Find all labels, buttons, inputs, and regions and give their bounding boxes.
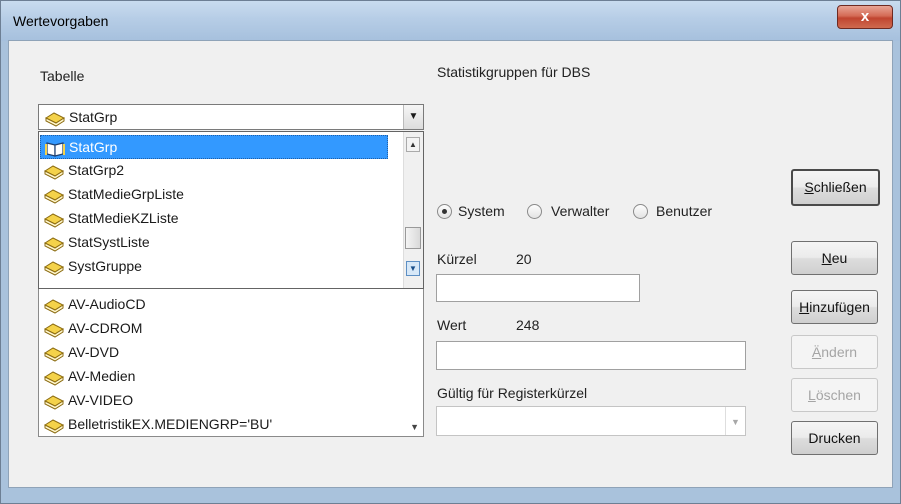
chevron-down-icon[interactable]: ▼ (410, 422, 419, 432)
open-book-icon (45, 142, 65, 157)
chevron-down-icon[interactable]: ▼ (406, 261, 420, 276)
list-item-label: AV-DVD (68, 344, 120, 360)
tabelle-combobox-value: StatGrp (69, 109, 118, 125)
book-icon (44, 237, 64, 252)
dropdown-item-label: StatMedieGrpListe (68, 186, 184, 202)
chevron-up-icon[interactable]: ▲ (406, 137, 420, 152)
book-icon (44, 213, 64, 228)
book-icon (44, 419, 64, 434)
radio-system[interactable] (437, 204, 452, 219)
book-icon (44, 347, 64, 362)
list-item-label: AV-AudioCD (68, 296, 146, 312)
radio-verwalter-label: Verwalter (551, 203, 610, 219)
book-icon (44, 395, 64, 410)
book-icon (44, 299, 64, 314)
list-item-label: BelletristikEX.MEDIENGRP='BU' (68, 416, 273, 432)
loeschen-button[interactable]: Löschen (791, 378, 878, 412)
dropdown-item-label: StatMedieKZListe (68, 210, 179, 226)
tabelle-combobox[interactable]: StatGrp ▼ (38, 104, 424, 130)
tabelle-label: Tabelle (40, 68, 85, 84)
dropdown-item-selected[interactable]: StatGrp (40, 135, 388, 159)
radio-verwalter[interactable] (527, 204, 542, 219)
book-icon (44, 261, 64, 276)
wert-input[interactable] (436, 341, 746, 370)
list-item-label: AV-Medien (68, 368, 136, 384)
kuerzel-input[interactable] (436, 274, 640, 302)
dropdown-item-label: StatGrp2 (68, 162, 125, 178)
drucken-button[interactable]: Drucken (791, 421, 878, 455)
chevron-down-icon[interactable]: ▼ (403, 105, 423, 129)
gueltig-label: Gültig für Registerkürzel (437, 385, 588, 401)
schliessen-button[interactable]: Schließen (791, 169, 880, 206)
kuerzel-length: 20 (516, 251, 532, 267)
book-icon (45, 112, 65, 127)
wert-label: Wert (437, 317, 467, 333)
hinzufuegen-button[interactable]: Hinzufügen (791, 290, 878, 324)
radio-benutzer[interactable] (633, 204, 648, 219)
chevron-down-icon[interactable]: ▼ (725, 407, 745, 435)
kuerzel-label: Kürzel (437, 251, 477, 267)
aendern-button[interactable]: Ändern (791, 335, 878, 369)
neu-button[interactable]: Neu (791, 241, 878, 275)
wert-length: 248 (516, 317, 540, 333)
title-bar[interactable]: Wertevorgaben x (1, 1, 900, 41)
registerkuerzel-combobox[interactable]: ▼ (436, 406, 746, 436)
book-icon (44, 371, 64, 386)
scrollbar-thumb[interactable] (405, 227, 421, 249)
dropdown-item-label: SystGruppe (68, 258, 142, 274)
book-icon (44, 323, 64, 338)
dropdown-scrollbar[interactable]: ▲ ▼ (403, 132, 423, 288)
statistik-heading: Statistikgruppen für DBS (437, 64, 591, 80)
dropdown-item-label: StatSystListe (68, 234, 150, 250)
radio-benutzer-label: Benutzer (656, 203, 713, 219)
book-icon (44, 189, 64, 204)
tabelle-dropdown-list[interactable]: StatGrp StatGrp2 StatMedieGrpListe StatM… (38, 131, 424, 289)
close-button[interactable]: x (837, 5, 893, 29)
book-icon (44, 165, 64, 180)
list-item-label: AV-CDROM (68, 320, 143, 336)
dropdown-item-label: StatGrp (69, 139, 118, 155)
radio-system-label: System (458, 203, 505, 219)
window-title: Wertevorgaben (13, 13, 109, 29)
list-item-label: AV-VIDEO (68, 392, 134, 408)
